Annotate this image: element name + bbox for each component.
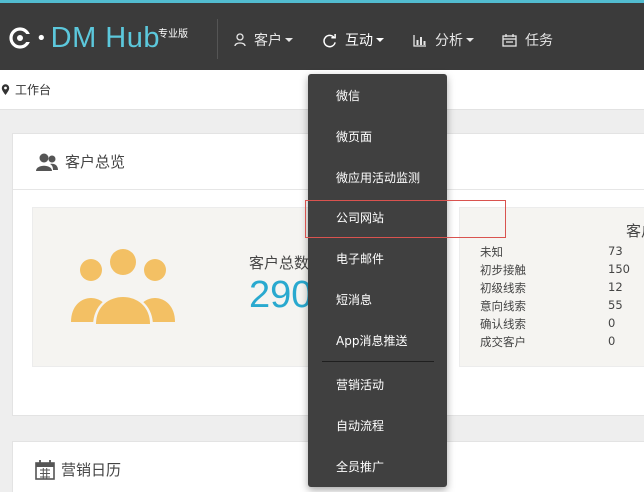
logo-text: DM Hub [50,21,160,54]
stage-count: 0 [608,334,616,348]
people-group-icon [71,247,175,326]
nav-customer[interactable]: 客户 [234,29,293,51]
stage-card-title: 客户 [626,222,644,240]
total-customers-card: 客户总数 290 [32,207,332,367]
logo-dot: • [36,27,47,49]
menu-item-campaigns[interactable]: 营销活动 [308,369,447,399]
nav-tasks-label: 任务 [525,33,553,49]
calendar-icon [35,459,55,480]
tasks-icon [502,33,517,47]
menu-item-email[interactable]: 电子邮件 [308,243,447,273]
edition-badge: 专业版 [158,29,188,40]
menu-divider [322,361,434,362]
nav-interact-label: 互动 [345,33,373,49]
nav-analysis-label: 分析 [435,33,463,49]
total-customers-label: 客户总数 [249,254,310,272]
bar-chart-icon [413,34,426,47]
menu-item-sms[interactable]: 短消息 [308,284,447,314]
users-icon [36,153,58,171]
menu-item-wechat[interactable]: 微信 [308,80,447,110]
stage-row: 意向线索 55 [480,298,644,314]
menu-item-automation[interactable]: 自动流程 [308,410,447,440]
interact-dropdown-menu: 微信 微页面 微应用活动监测 公司网站 电子邮件 短消息 App消息推送 营销活… [308,74,447,487]
panel-title: 营销日历 [61,461,122,479]
topbar-divider [217,19,218,59]
stage-name: 意向线索 [480,299,526,313]
chevron-down-icon [376,38,384,42]
highlight-box [305,200,506,238]
stage-row: 未知 73 [480,244,644,260]
user-icon [234,33,246,47]
chevron-down-icon [466,38,474,42]
menu-item-app-push[interactable]: App消息推送 [308,325,447,355]
nav-analysis[interactable]: 分析 [413,29,474,51]
menu-item-micro-page[interactable]: 微页面 [308,121,447,151]
stage-count: 0 [608,316,616,330]
menu-item-micro-app-monitor[interactable]: 微应用活动监测 [308,162,447,192]
location-pin-icon [1,83,10,95]
stage-name: 初步接触 [480,263,526,277]
logo-mark-icon [9,27,31,49]
stage-row: 初步接触 150 [480,262,644,278]
stage-name: 未知 [480,245,503,259]
total-customers-value: 290 [249,274,313,316]
stage-row: 确认线索 0 [480,316,644,332]
stage-name: 成交客户 [480,335,526,349]
app-logo[interactable]: • DM Hub 专业版 [8,21,188,55]
chevron-down-icon [285,38,293,42]
stage-name: 确认线索 [480,317,526,331]
nav-customer-label: 客户 [254,33,282,49]
stage-row: 成交客户 0 [480,334,644,350]
nav-interact[interactable]: 互动 [322,29,384,51]
menu-item-employee-promotion[interactable]: 全员推广 [308,451,447,481]
panel-title: 客户总览 [65,153,126,171]
stage-row: 初级线索 12 [480,280,644,296]
stage-count: 73 [608,244,623,258]
stage-name: 初级线索 [480,281,526,295]
stage-count: 12 [608,280,623,294]
top-navbar: • DM Hub 专业版 客户 互动 分析 任务 [0,0,644,70]
breadcrumb-workbench[interactable]: 工作台 [15,81,51,98]
stage-count: 150 [608,262,630,276]
nav-tasks[interactable]: 任务 [502,29,553,51]
refresh-icon [323,33,336,47]
stage-count: 55 [608,298,623,312]
